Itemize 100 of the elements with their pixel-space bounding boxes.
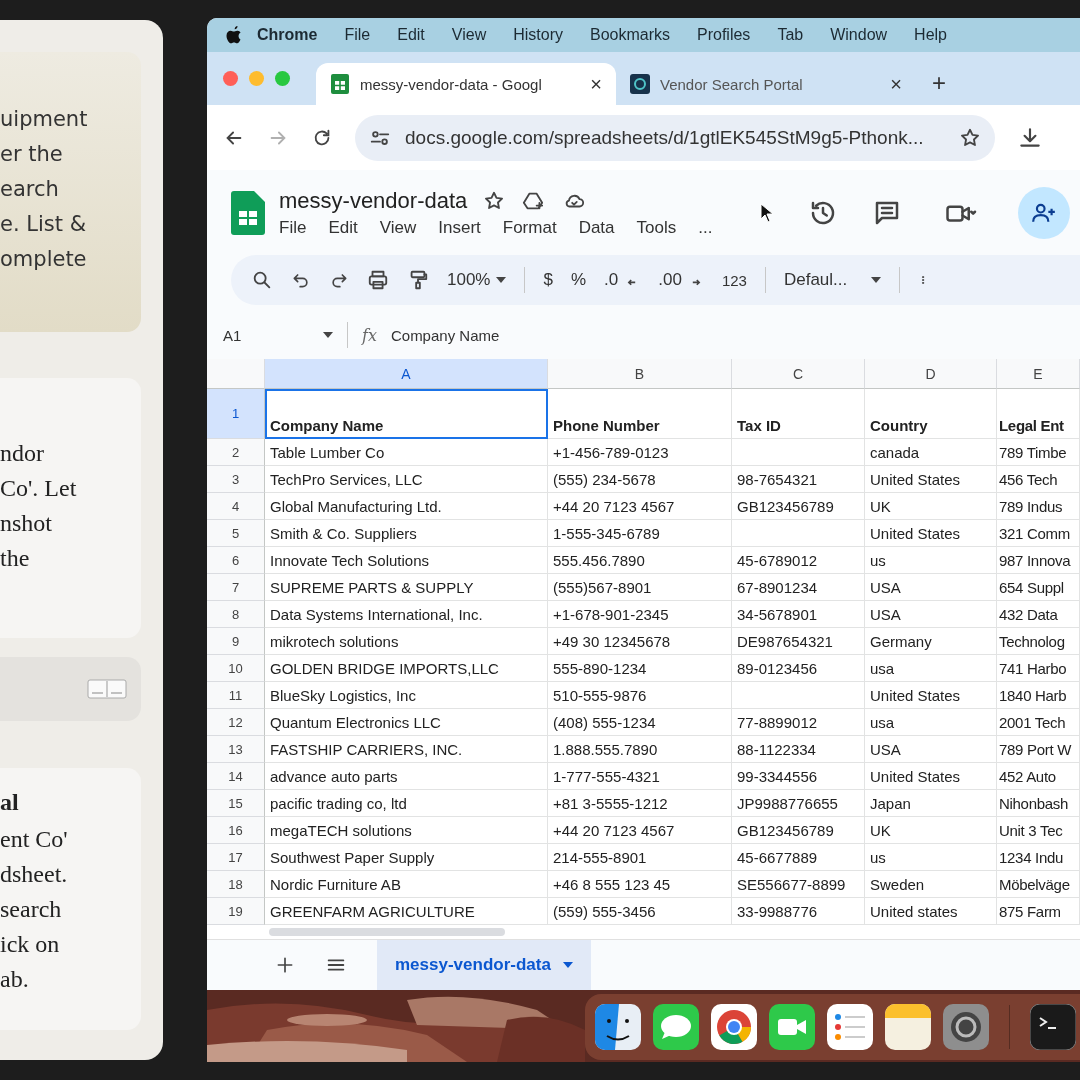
name-box[interactable]: A1 [223, 326, 333, 344]
menu-item[interactable]: Edit [328, 217, 358, 238]
table-cell: 789 Timbe [997, 439, 1080, 466]
row-number[interactable]: 12 [207, 709, 265, 736]
menu-item[interactable]: Data [578, 217, 615, 238]
decrease-format-button[interactable]: .0 [604, 270, 641, 290]
menu-item[interactable]: Profiles [697, 26, 751, 44]
menu-item[interactable]: View [451, 26, 487, 44]
message-text-line: ick on [0, 930, 61, 959]
card-text-line: e. List & [0, 211, 88, 238]
table-cell: 67-8901234 [732, 574, 865, 601]
menu-item[interactable]: Help [914, 26, 947, 44]
increase-format-button[interactable]: .00 [658, 270, 704, 290]
browser-tab[interactable]: messy-vendor-data - Googl × [316, 63, 616, 105]
menu-item[interactable]: File [279, 217, 307, 238]
row-number[interactable]: 5 [207, 520, 265, 547]
column-header[interactable]: B [548, 359, 732, 389]
currency-format-button[interactable]: $ [543, 270, 553, 290]
star-icon[interactable] [483, 189, 506, 212]
table-cell: Innovate Tech Solutions [265, 547, 548, 574]
column-header[interactable]: A [265, 359, 548, 389]
column-title-cell: Tax ID [732, 389, 865, 439]
column-header[interactable]: C [732, 359, 865, 389]
row-number[interactable]: 2 [207, 439, 265, 466]
formula-label: fx [362, 325, 377, 345]
facetime-icon[interactable] [769, 1004, 815, 1050]
table-cell: Japan [865, 790, 997, 817]
table-cell: United States [865, 520, 997, 547]
table-cell: (408) 555-1234 [548, 709, 732, 736]
row-number[interactable]: 18 [207, 871, 265, 898]
row-number[interactable]: 19 [207, 898, 265, 925]
menu-item[interactable]: Bookmarks [590, 26, 670, 44]
finder-icon[interactable] [595, 1004, 641, 1050]
row-number[interactable]: 3 [207, 466, 265, 493]
zoom-dropdown[interactable]: 100% [447, 270, 507, 290]
gear-icon[interactable] [943, 1004, 989, 1050]
table-cell: advance auto parts [265, 763, 548, 790]
sheets-logo-icon[interactable] [231, 190, 265, 235]
browser-tab[interactable]: Vendor Search Portal × [616, 63, 916, 105]
row-number[interactable]: 4 [207, 493, 265, 520]
percent-format-button[interactable]: % [570, 270, 587, 290]
reminders-icon[interactable] [827, 1004, 873, 1050]
messages-icon[interactable] [653, 1004, 699, 1050]
message-text-line: ent Co' [0, 825, 69, 854]
print-icon[interactable] [367, 269, 389, 291]
table-cell: GB123456789 [732, 493, 865, 520]
row-number[interactable]: 17 [207, 844, 265, 871]
document-title[interactable]: messy-vendor-data [279, 187, 468, 214]
table-cell: +44 20 7123 4567 [548, 817, 732, 844]
sheet-tab[interactable]: messy-vendor-data [377, 940, 591, 990]
table-cell: 741 Harbo [997, 655, 1080, 682]
add-sheet-icon[interactable] [275, 955, 295, 975]
card-text-line: er the [0, 141, 64, 168]
sheets-icon [330, 73, 350, 95]
table-cell: (555) 234-5678 [548, 466, 732, 493]
table-cell: 987 Innova [997, 547, 1080, 574]
search-icon[interactable] [251, 269, 273, 291]
row-number[interactable]: 8 [207, 601, 265, 628]
menu-item[interactable]: History [513, 26, 563, 44]
star-icon[interactable] [959, 126, 981, 149]
close-tab-button[interactable]: × [890, 72, 902, 96]
row-number[interactable]: 9 [207, 628, 265, 655]
more-menus-button[interactable]: ... [698, 217, 713, 238]
row-number[interactable]: 14 [207, 763, 265, 790]
row-number[interactable]: 10 [207, 655, 265, 682]
menu-item[interactable]: Tab [777, 26, 804, 44]
row-number[interactable]: 15 [207, 790, 265, 817]
font-dropdown[interactable]: Defaul... [783, 270, 882, 290]
formula-field[interactable]: Company Name [390, 326, 500, 344]
menu-item[interactable]: Tools [636, 217, 677, 238]
row-number[interactable]: 7 [207, 574, 265, 601]
menu-item[interactable]: View [379, 217, 417, 238]
row-number[interactable]: 16 [207, 817, 265, 844]
close-tab-button[interactable]: × [590, 72, 602, 96]
column-title-cell: Phone Number [548, 389, 732, 439]
column-header[interactable]: D [865, 359, 997, 389]
apple-icon[interactable] [225, 25, 243, 45]
table-cell: Unit 3 Tec [997, 817, 1080, 844]
table-cell: 1-555-345-6789 [548, 520, 732, 547]
menu-item[interactable]: Insert [438, 217, 481, 238]
table-cell: 789 Indus [997, 493, 1080, 520]
app-menu[interactable]: Chrome [257, 26, 318, 44]
scrollbar-thumb[interactable] [269, 928, 505, 936]
menu-item[interactable]: Window [830, 26, 888, 44]
row-number[interactable]: 1 [207, 389, 265, 439]
address-bar[interactable]: docs.google.com/spreadsheets/d/1gtlEK545StM9g5-Pthonk... [355, 114, 995, 161]
chrome-icon[interactable] [711, 1004, 757, 1050]
number-format-button[interactable]: 123 [721, 271, 747, 289]
menu-item[interactable]: Format [502, 217, 557, 238]
message-text-line: the [0, 544, 31, 573]
caret-icon [323, 332, 333, 338]
row-number[interactable]: 13 [207, 736, 265, 763]
row-number[interactable]: 6 [207, 547, 265, 574]
notes-icon[interactable] [885, 1004, 931, 1050]
menu-item[interactable]: File [344, 26, 371, 44]
row-number[interactable]: 11 [207, 682, 265, 709]
terminal-icon[interactable] [1030, 1004, 1076, 1050]
new-tab-button[interactable]: + [932, 69, 946, 97]
menu-item[interactable]: Edit [397, 26, 425, 44]
column-header[interactable]: E [997, 359, 1080, 389]
